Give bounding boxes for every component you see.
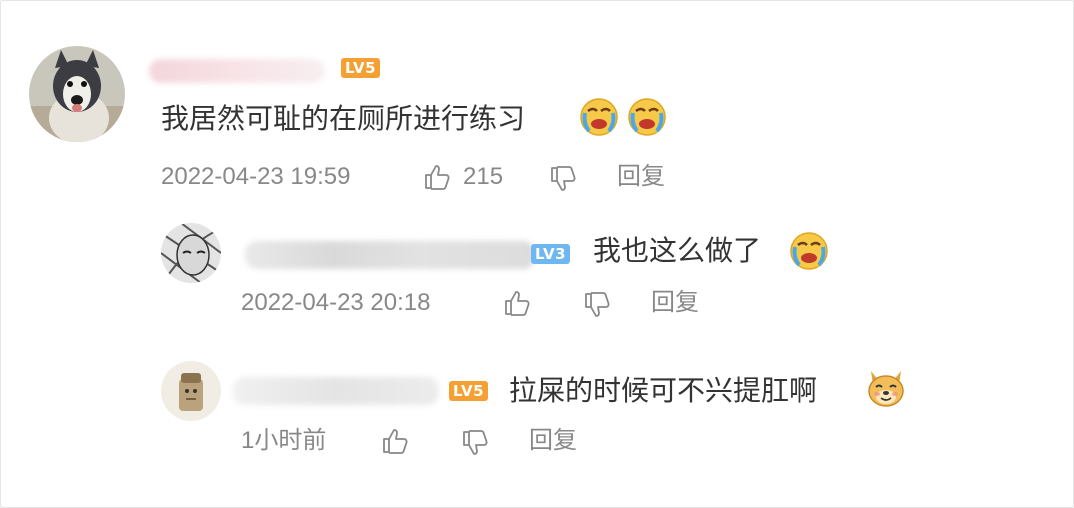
comment-text: 我也这么做了 bbox=[593, 235, 762, 266]
thumbs-up-icon bbox=[505, 291, 530, 316]
thumbs-down-icon bbox=[551, 166, 576, 191]
crying-face-icon bbox=[579, 97, 619, 142]
reply-item: LV5 拉屎的时候可不兴提肛啊 1小时前 回复 bbox=[1, 351, 1074, 471]
comment-text: 我居然可耻的在厕所进行练习 bbox=[161, 103, 526, 134]
reply-item: LV3 我也这么做了 2022-04-23 20:18 回复 bbox=[1, 211, 1074, 331]
like-button[interactable] bbox=[381, 427, 409, 460]
dislike-button[interactable] bbox=[549, 165, 577, 198]
username-blurred[interactable] bbox=[233, 377, 439, 405]
dislike-button[interactable] bbox=[583, 291, 611, 324]
like-count: 215 bbox=[463, 163, 504, 190]
comment-text: 拉屎的时候可不兴提肛啊 bbox=[509, 375, 818, 406]
reply-button[interactable]: 回复 bbox=[651, 287, 699, 319]
dislike-button[interactable] bbox=[461, 429, 489, 462]
timestamp: 2022-04-23 20:18 bbox=[241, 289, 431, 316]
crying-face-icon bbox=[789, 231, 829, 276]
like-button[interactable] bbox=[503, 289, 531, 322]
thumbs-up-icon bbox=[383, 429, 408, 454]
username-blurred[interactable] bbox=[149, 59, 325, 83]
level-badge: LV5 bbox=[341, 58, 381, 78]
thumbs-down-icon bbox=[463, 430, 488, 455]
avatar[interactable] bbox=[29, 46, 125, 142]
thumbs-up-icon bbox=[425, 165, 450, 190]
level-badge: LV3 bbox=[531, 244, 571, 264]
comment-item: LV5 我居然可耻的在厕所进行练习 2022-04-23 19:59 215 回… bbox=[1, 1, 1074, 201]
level-badge: LV5 bbox=[449, 381, 489, 401]
doge-icon bbox=[865, 367, 907, 414]
timestamp: 1小时前 bbox=[241, 427, 327, 454]
avatar[interactable] bbox=[161, 223, 221, 283]
reply-button[interactable]: 回复 bbox=[617, 161, 665, 193]
like-button[interactable] bbox=[423, 163, 451, 196]
username-blurred[interactable] bbox=[245, 241, 535, 269]
timestamp: 2022-04-23 19:59 bbox=[161, 163, 351, 190]
avatar[interactable] bbox=[161, 361, 221, 421]
comment-panel: LV5 我居然可耻的在厕所进行练习 2022-04-23 19:59 215 回… bbox=[0, 0, 1074, 508]
crying-face-icon bbox=[627, 97, 667, 142]
reply-button[interactable]: 回复 bbox=[529, 425, 577, 457]
thumbs-down-icon bbox=[585, 292, 610, 317]
